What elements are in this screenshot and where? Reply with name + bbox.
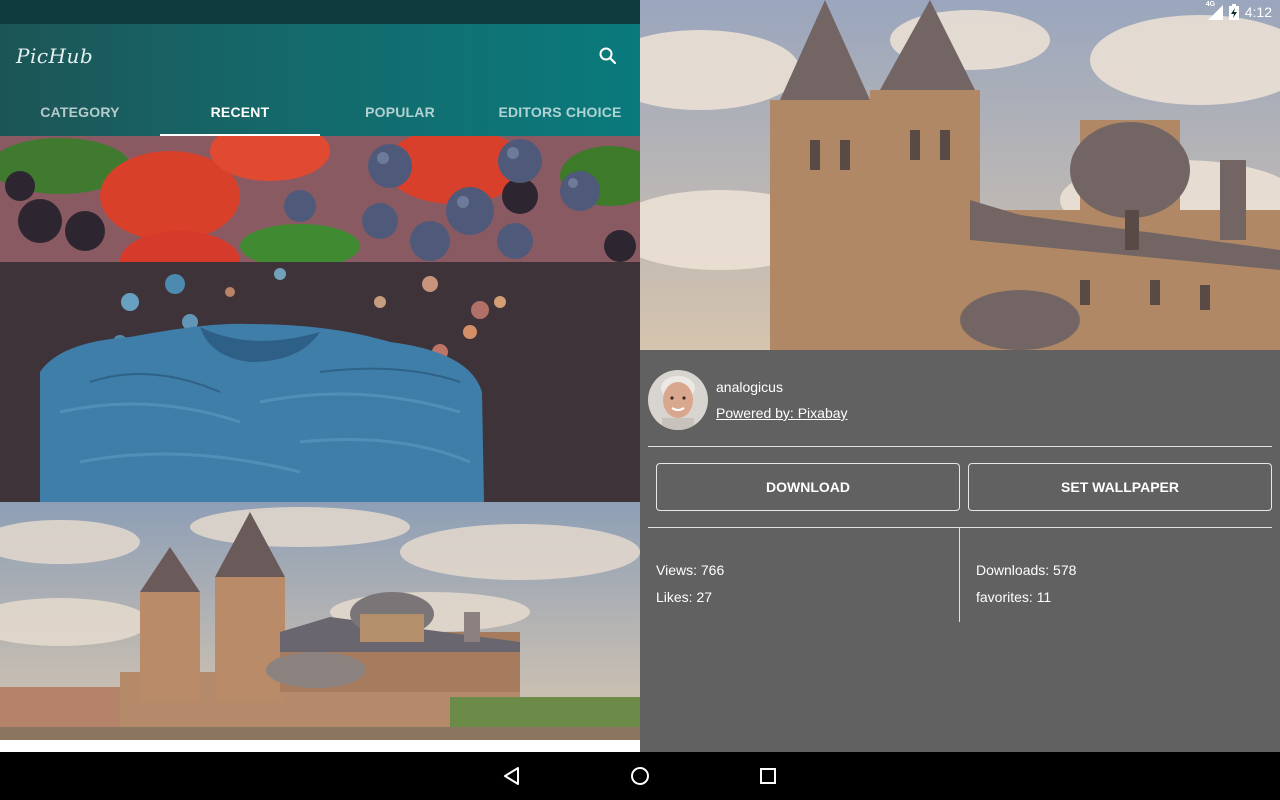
views-count: Views: 766 (656, 562, 725, 578)
status-bar: 4G 4:12 (0, 0, 1280, 24)
download-button[interactable]: DOWNLOAD (656, 463, 960, 511)
recents-button[interactable] (756, 764, 780, 788)
tab-editors-choice[interactable]: EDITORS CHOICE (480, 88, 640, 136)
wallpaper-list-pane: PicHub CATEGORY RECENT POPULAR EDITORS C… (0, 0, 640, 752)
home-icon (631, 767, 649, 785)
tab-popular[interactable]: POPULAR (320, 88, 480, 136)
recents-icon (760, 768, 776, 784)
cathedral-preview-image (640, 0, 1280, 350)
wallpaper-thumbnail-berries[interactable] (0, 136, 640, 262)
app-bar: PicHub CATEGORY RECENT POPULAR EDITORS C… (0, 24, 640, 136)
back-button[interactable] (500, 764, 524, 788)
wallpaper-feed (0, 136, 640, 742)
wallpaper-preview[interactable] (640, 0, 1280, 350)
network-type: 4G (1205, 1, 1216, 8)
battery-charging-icon (1228, 4, 1239, 20)
search-icon (599, 47, 617, 65)
author-name: analogicus (716, 379, 783, 395)
powered-by-link[interactable]: Powered by: Pixabay (716, 405, 848, 421)
author-info: analogicus Powered by: Pixabay (648, 370, 848, 430)
berries-image (0, 136, 640, 262)
navigation-bar (0, 752, 1280, 800)
cathedral-image (0, 502, 640, 742)
wallpaper-thumbnail-cathedral[interactable] (0, 502, 640, 742)
set-wallpaper-button[interactable]: SET WALLPAPER (968, 463, 1272, 511)
tab-bar: CATEGORY RECENT POPULAR EDITORS CHOICE (0, 88, 640, 136)
tab-category[interactable]: CATEGORY (0, 88, 160, 136)
wallpaper-detail-pane: analogicus Powered by: Pixabay DOWNLOAD … (640, 0, 1280, 752)
likes-count: Likes: 27 (656, 589, 713, 605)
status-time: 4:12 (1244, 4, 1272, 20)
author-avatar[interactable] (648, 370, 708, 430)
downloads-count: Downloads: 578 (976, 562, 1077, 578)
avatar-image (648, 370, 708, 430)
back-icon (504, 767, 519, 785)
search-button[interactable] (596, 44, 620, 68)
tab-recent[interactable]: RECENT (160, 88, 320, 136)
stats-divider (959, 528, 960, 622)
wallpaper-thumbnail-sweater[interactable] (0, 262, 640, 502)
app-title: PicHub (16, 44, 94, 68)
favorites-count: favorites: 11 (976, 589, 1052, 605)
cell-signal-icon: 4G (1205, 1, 1223, 20)
sweater-image (0, 262, 640, 502)
home-button[interactable] (628, 764, 652, 788)
divider (648, 446, 1272, 447)
divider (648, 527, 1272, 528)
